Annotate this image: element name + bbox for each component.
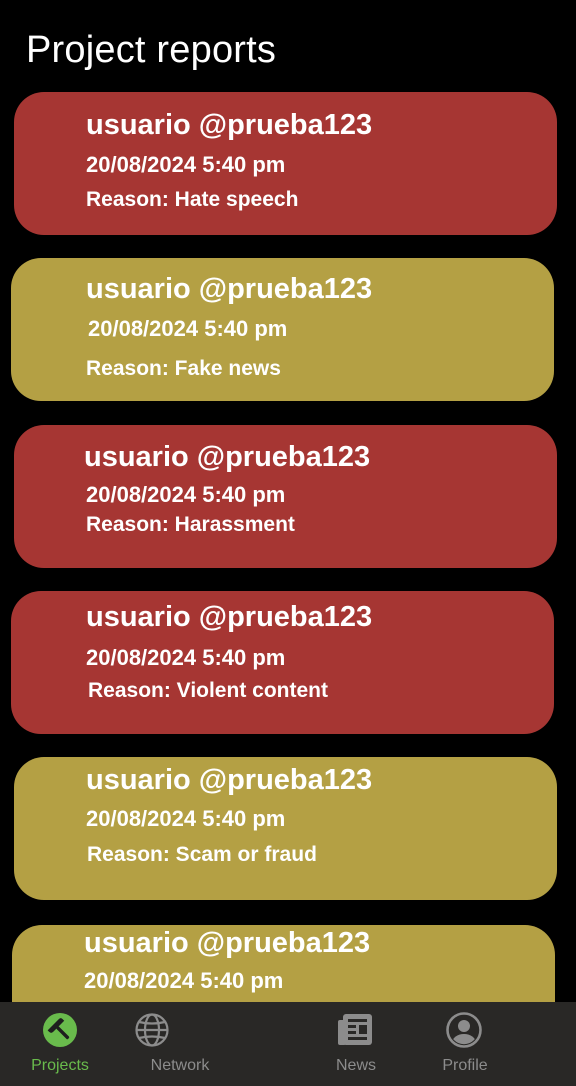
report-user: usuario @prueba123 bbox=[86, 273, 373, 305]
report-card[interactable]: usuario @prueba123 20/08/2024 5:40 pm Re… bbox=[14, 425, 557, 568]
report-reason: Reason: Hate speech bbox=[86, 188, 299, 211]
nav-label: Projects bbox=[31, 1057, 89, 1074]
report-user: usuario @prueba123 bbox=[86, 109, 373, 141]
nav-item-projects[interactable]: Projects bbox=[0, 1002, 120, 1086]
nav-label: Network bbox=[150, 1057, 210, 1074]
report-datetime: 20/08/2024 5:40 pm bbox=[86, 645, 286, 670]
nav-item-news[interactable]: News bbox=[296, 1002, 416, 1086]
report-reason: Reason: Scam or fraud bbox=[87, 843, 317, 866]
nav-item-profile[interactable]: Profile bbox=[416, 1002, 576, 1086]
report-user: usuario @prueba123 bbox=[84, 441, 371, 473]
report-reason: Reason: Violent content bbox=[88, 679, 328, 702]
report-datetime: 20/08/2024 5:40 pm bbox=[84, 968, 284, 993]
report-user: usuario @prueba123 bbox=[84, 927, 371, 959]
newspaper-icon bbox=[336, 1012, 372, 1048]
report-card[interactable]: usuario @prueba123 20/08/2024 5:40 pm Re… bbox=[14, 92, 557, 235]
report-datetime: 20/08/2024 5:40 pm bbox=[88, 316, 288, 341]
report-reason: Reason: Harassment bbox=[86, 513, 295, 536]
report-datetime: 20/08/2024 5:40 pm bbox=[86, 482, 286, 507]
report-card[interactable]: usuario @prueba123 20/08/2024 5:40 pm Re… bbox=[14, 757, 557, 900]
bottom-navigation: Projects Network News Profile bbox=[0, 1002, 576, 1086]
globe-icon bbox=[134, 1012, 170, 1048]
hammer-icon bbox=[42, 1012, 78, 1048]
app-screen: usuario @prueba123 20/08/2024 5:40 pm Re… bbox=[0, 0, 576, 1086]
nav-item-network[interactable]: Network bbox=[120, 1002, 296, 1086]
nav-label: Profile bbox=[442, 1057, 488, 1074]
user-circle-icon bbox=[446, 1012, 482, 1048]
nav-label: News bbox=[335, 1057, 376, 1074]
report-list[interactable]: usuario @prueba123 20/08/2024 5:40 pm Re… bbox=[0, 0, 576, 1068]
report-user: usuario @prueba123 bbox=[86, 764, 373, 796]
report-card[interactable]: usuario @prueba123 20/08/2024 5:40 pm Re… bbox=[11, 258, 554, 401]
report-reason: Reason: Fake news bbox=[86, 357, 281, 380]
report-datetime: 20/08/2024 5:40 pm bbox=[86, 806, 286, 831]
report-user: usuario @prueba123 bbox=[86, 601, 373, 633]
page-title: Project reports bbox=[26, 29, 277, 71]
report-datetime: 20/08/2024 5:40 pm bbox=[86, 152, 286, 177]
report-card[interactable]: usuario @prueba123 20/08/2024 5:40 pm Re… bbox=[11, 591, 554, 734]
